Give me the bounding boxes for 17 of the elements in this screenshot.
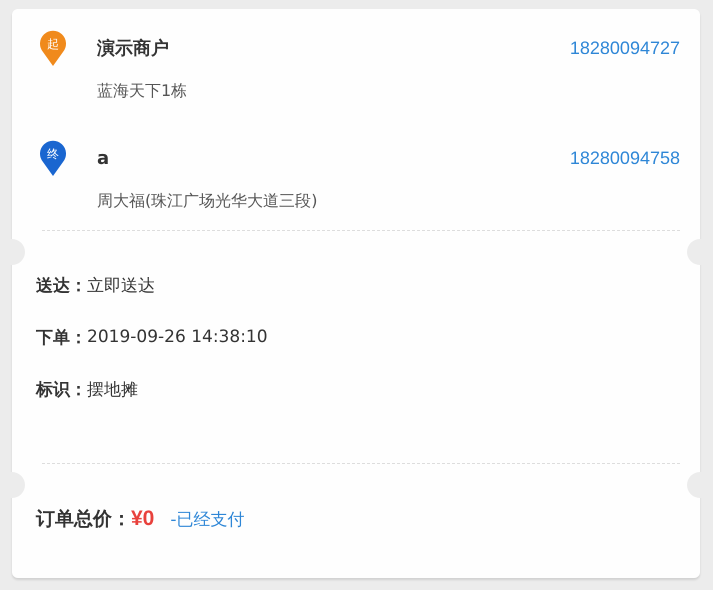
- field-label: 标识：: [36, 378, 87, 400]
- address-text: 周大福(珠江广场光华大道三段): [97, 191, 318, 212]
- address-text: 蓝海天下1栋: [97, 81, 188, 102]
- total-amount: ¥0: [131, 507, 154, 531]
- field-value: 立即送达: [87, 274, 155, 296]
- merchant-name: a: [97, 148, 110, 168]
- map-pin-icon: 起: [39, 30, 67, 66]
- field-value: 2019-09-26 14:38:10: [87, 327, 268, 347]
- field-value: 摆地摊: [87, 378, 138, 400]
- payment-status: -已经支付: [170, 508, 244, 530]
- total-label: 订单总价：: [36, 507, 131, 532]
- map-pin-icon: 终: [39, 140, 67, 176]
- merchant-name: 演示商户: [97, 37, 170, 60]
- phone-link[interactable]: 18280094758: [570, 148, 680, 168]
- field-label: 下单：: [36, 326, 87, 348]
- field-label: 送达：: [36, 274, 87, 296]
- phone-link[interactable]: 18280094727: [570, 38, 680, 58]
